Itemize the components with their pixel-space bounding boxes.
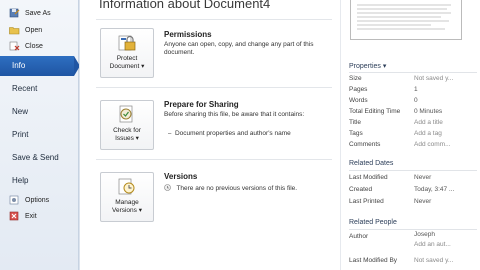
- section-divider: [96, 159, 332, 160]
- nav-save-send[interactable]: Save & Send: [0, 148, 78, 168]
- prop-title-field[interactable]: Add a title: [414, 119, 443, 126]
- related-dates-header: Related Dates: [349, 160, 394, 167]
- page-title: Information about Document4: [99, 0, 271, 11]
- nav-print[interactable]: Print: [0, 125, 78, 145]
- prop-size-value: Not saved y...: [414, 75, 454, 82]
- properties-divider: [349, 72, 477, 73]
- prop-pages-value: 1: [414, 86, 418, 93]
- close-button[interactable]: Close: [0, 38, 78, 54]
- exit-label: Exit: [25, 212, 37, 220]
- date-created-value: Today, 3:47 ...: [414, 186, 455, 193]
- manage-label-line1: Manage: [115, 199, 139, 206]
- manage-label-line2: Versions ▾: [111, 207, 142, 214]
- permissions-text: Anyone can open, copy, and change any pa…: [164, 41, 314, 56]
- document-preview[interactable]: [350, 0, 462, 40]
- versions-icon: [116, 177, 138, 197]
- add-author-link[interactable]: Add an aut...: [414, 241, 451, 248]
- backstage-sidebar: Save As Open Close Info Recent New Print…: [0, 0, 80, 270]
- prop-words-value: 0: [414, 97, 418, 104]
- last-modified-by-value: Not saved y...: [414, 257, 454, 264]
- prop-comments-label: Comments: [349, 141, 381, 148]
- save-as-button[interactable]: Save As: [0, 5, 78, 21]
- save-as-icon: [9, 8, 20, 18]
- related-people-divider: [349, 229, 477, 230]
- open-label: Open: [25, 26, 43, 34]
- protect-label-line1: Protect: [116, 55, 138, 62]
- manage-versions-button[interactable]: Manage Versions ▾: [100, 172, 154, 222]
- options-icon: [9, 195, 20, 205]
- title-divider: [96, 19, 332, 20]
- sidebar-divider: [79, 0, 80, 270]
- check-label-line1: Check for: [113, 127, 141, 134]
- open-button[interactable]: Open: [0, 22, 78, 38]
- nav-new[interactable]: New: [0, 102, 78, 122]
- prop-title-label: Title: [349, 119, 362, 126]
- prop-size-label: Size: [349, 75, 362, 82]
- protect-label-line2: Document ▾: [109, 63, 145, 70]
- prop-pages-label: Pages: [349, 86, 368, 93]
- check-for-issues-button[interactable]: Check for Issues ▾: [100, 100, 154, 150]
- properties-header[interactable]: Properties ▾: [349, 62, 386, 70]
- versions-info-icon: [164, 184, 173, 192]
- related-people-header: Related People: [349, 219, 397, 226]
- prop-editing-time-label: Total Editing Time: [349, 108, 401, 115]
- date-last-printed-value: Never: [414, 198, 432, 205]
- prop-tags-label: Tags: [349, 130, 363, 137]
- check-document-icon: [116, 105, 138, 125]
- date-last-modified-value: Never: [414, 174, 432, 181]
- prop-editing-time-value: 0 Minutes: [414, 108, 443, 115]
- permissions-heading: Permissions: [164, 30, 212, 39]
- nav-info[interactable]: Info: [0, 56, 74, 76]
- check-label-line2: Issues ▾: [115, 135, 139, 142]
- date-created-label: Created: [349, 186, 373, 193]
- versions-heading: Versions: [164, 172, 198, 181]
- author-value[interactable]: Joseph: [414, 231, 435, 238]
- close-label: Close: [25, 42, 43, 50]
- save-as-label: Save As: [25, 9, 51, 17]
- section-divider: [96, 87, 332, 88]
- nav-help[interactable]: Help: [0, 171, 78, 191]
- sharing-text: Before sharing this file, be aware that …: [164, 111, 305, 118]
- folder-open-icon: [9, 25, 20, 35]
- options-button[interactable]: Options: [0, 192, 78, 208]
- close-document-icon: [9, 41, 20, 51]
- related-dates-divider: [349, 170, 477, 171]
- sharing-heading: Prepare for Sharing: [164, 100, 239, 109]
- exit-icon: [9, 211, 20, 221]
- last-modified-by-label: Last Modified By: [349, 257, 398, 264]
- exit-button[interactable]: Exit: [0, 208, 78, 224]
- date-last-printed-label: Last Printed: [349, 198, 384, 205]
- protect-document-button[interactable]: Protect Document ▾: [100, 28, 154, 78]
- sharing-bullet: – Document properties and author's name: [168, 130, 291, 137]
- prop-tags-field[interactable]: Add a tag: [414, 130, 442, 137]
- author-label: Author: [349, 233, 369, 240]
- prop-words-label: Words: [349, 97, 368, 104]
- nav-recent[interactable]: Recent: [0, 79, 78, 99]
- lock-key-icon: [116, 33, 138, 53]
- versions-text: There are no previous versions of this f…: [164, 184, 297, 193]
- options-label: Options: [25, 196, 50, 204]
- date-last-modified-label: Last Modified: [349, 174, 388, 181]
- prop-comments-field[interactable]: Add comm...: [414, 141, 450, 148]
